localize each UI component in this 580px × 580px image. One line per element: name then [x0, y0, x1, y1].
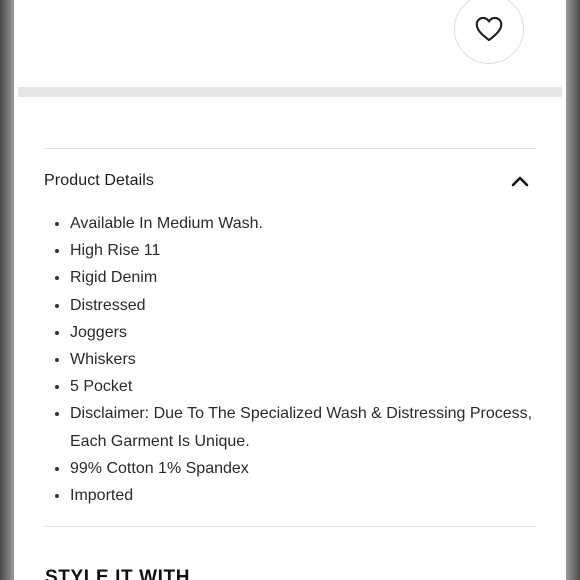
detail-list-item: Disclaimer: Due To The Specialized Wash … — [55, 400, 550, 454]
product-details-accordion-header[interactable]: Product Details — [44, 166, 536, 196]
divider — [44, 526, 536, 527]
product-page: Product Details Available In Medium Wash… — [14, 0, 566, 580]
detail-list-item: 5 Pocket — [55, 373, 550, 400]
detail-list-item: High Rise 11 — [55, 237, 550, 264]
divider — [44, 148, 536, 149]
detail-list-item: 99% Cotton 1% Spandex — [55, 455, 550, 482]
heart-icon — [475, 16, 503, 42]
detail-list-item: Available In Medium Wash. — [55, 210, 550, 237]
detail-list-item: Rigid Denim — [55, 264, 550, 291]
product-details-title: Product Details — [44, 172, 154, 189]
favorite-button[interactable] — [454, 0, 524, 64]
left-frame-edge — [0, 0, 14, 580]
detail-list-item: Imported — [55, 482, 550, 509]
right-frame-edge — [566, 0, 580, 580]
product-details-list: Available In Medium Wash. High Rise 11 Rig… — [44, 210, 550, 509]
detail-list-item: Distressed — [55, 292, 550, 319]
detail-list-item: Whiskers — [55, 346, 550, 373]
style-it-with-heading: STYLE IT WITH — [45, 567, 191, 580]
detail-list-item: Joggers — [55, 319, 550, 346]
section-separator — [18, 87, 562, 97]
chevron-up-icon[interactable] — [508, 169, 532, 193]
